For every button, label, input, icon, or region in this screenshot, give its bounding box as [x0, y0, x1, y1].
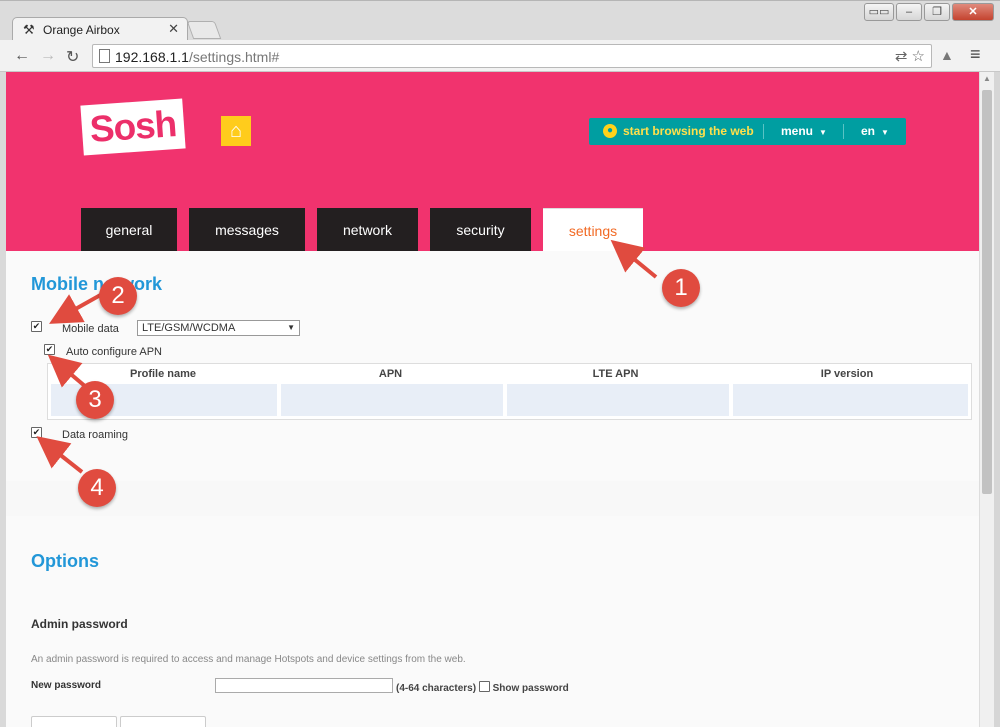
- table-cell[interactable]: [507, 384, 729, 416]
- sosh-logo[interactable]: Sosh: [80, 98, 186, 156]
- url-text: 192.168.1.1/settings.html#: [115, 49, 280, 65]
- tab-messages[interactable]: messages: [189, 208, 305, 252]
- column-header: IP version: [820, 368, 874, 380]
- window-extra-button[interactable]: ▭▭: [864, 3, 894, 21]
- browser-titlebar: ⚒ Orange Airbox ✕ ▭▭ – ❐ ✕: [0, 0, 1000, 42]
- divider: [763, 124, 764, 139]
- new-tab-button[interactable]: [186, 21, 222, 39]
- cancel-button[interactable]: [31, 716, 117, 727]
- scroll-thumb[interactable]: [982, 90, 992, 494]
- menu-icon[interactable]: ≡: [970, 44, 981, 65]
- annotation-marker-4: 4: [78, 469, 116, 507]
- reload-icon[interactable]: ↻: [66, 47, 79, 67]
- menu-dropdown[interactable]: menu ▼: [781, 124, 827, 138]
- tools-icon: ⚒: [23, 22, 35, 37]
- divider: [843, 124, 844, 139]
- start-browsing-link[interactable]: start browsing the web: [623, 124, 754, 138]
- translate-and-star-icons[interactable]: ⇄ ☆: [895, 47, 925, 65]
- save-button[interactable]: [120, 716, 206, 727]
- restore-button[interactable]: ❐: [924, 3, 950, 21]
- mobile-data-label: Mobile data: [62, 323, 119, 335]
- column-header: APN: [378, 368, 403, 380]
- caret-down-icon: ▼: [819, 128, 827, 137]
- password-hint: (4-64 characters) Show password: [396, 681, 569, 694]
- annotation-marker-3: 3: [76, 381, 114, 419]
- auto-apn-label: Auto configure APN: [66, 346, 163, 358]
- scroll-up-icon[interactable]: ▲: [983, 74, 991, 83]
- address-bar[interactable]: 192.168.1.1/settings.html# ⇄ ☆: [92, 44, 932, 68]
- admin-password-title: Admin password: [31, 617, 128, 631]
- mobile-data-checkbox[interactable]: ✔: [31, 321, 42, 332]
- forward-icon[interactable]: →: [40, 47, 56, 65]
- table-cell[interactable]: [281, 384, 503, 416]
- window-controls: ▭▭ – ❐ ✕: [864, 3, 994, 21]
- globe-icon: ●: [603, 124, 617, 138]
- tab-general[interactable]: general: [81, 208, 177, 252]
- tab-close-icon[interactable]: ✕: [168, 21, 179, 37]
- caret-down-icon: ▼: [881, 128, 889, 137]
- data-roaming-checkbox[interactable]: ✔: [31, 427, 42, 438]
- new-password-input[interactable]: [215, 678, 393, 693]
- minimize-button[interactable]: –: [896, 3, 922, 21]
- close-window-button[interactable]: ✕: [952, 3, 994, 21]
- tab-security[interactable]: security: [430, 208, 531, 252]
- options-title: Options: [31, 551, 99, 571]
- page-viewport: Sosh ⌂ ● start browsing the web menu ▼ en…: [6, 72, 979, 727]
- window-border: [994, 72, 1000, 727]
- admin-password-description: An admin password is required to access …: [31, 654, 466, 665]
- data-roaming-label: Data roaming: [62, 429, 129, 441]
- browser-toolbar: ← → ↻ 192.168.1.1/settings.html# ⇄ ☆ ▲ ≡: [0, 40, 1000, 72]
- back-icon[interactable]: ←: [14, 47, 30, 65]
- auto-apn-checkbox[interactable]: ✔: [44, 344, 55, 355]
- show-password-label: Show password: [492, 683, 569, 694]
- column-header: LTE APN: [592, 368, 639, 380]
- options-section: [6, 516, 979, 727]
- top-action-bar: ● start browsing the web menu ▼ en ▼: [589, 118, 906, 145]
- tab-network[interactable]: network: [317, 208, 418, 252]
- network-mode-select[interactable]: LTE/GSM/WCDMA ▼: [137, 320, 300, 336]
- annotation-marker-2: 2: [99, 277, 137, 315]
- site-header: Sosh ⌂ ● start browsing the web menu ▼ en…: [6, 72, 979, 252]
- column-header: Profile name: [129, 368, 197, 380]
- tab-settings[interactable]: settings: [543, 208, 643, 252]
- dropdown-arrow-icon: ▼: [287, 323, 295, 332]
- home-icon[interactable]: ⌂: [221, 116, 251, 146]
- page-scrollbar[interactable]: ▲: [979, 72, 994, 727]
- new-password-label: New password: [31, 680, 102, 691]
- language-dropdown[interactable]: en ▼: [861, 124, 889, 138]
- table-cell[interactable]: [733, 384, 968, 416]
- tab-title: Orange Airbox: [43, 23, 120, 37]
- show-password-checkbox[interactable]: [478, 681, 490, 692]
- annotation-marker-1: 1: [662, 269, 700, 307]
- apn-table: Profile name APN LTE APN IP version: [47, 363, 972, 420]
- page-icon: [99, 49, 110, 63]
- drive-icon[interactable]: ▲: [940, 47, 954, 63]
- mobile-network-title: Mobile network: [31, 274, 163, 294]
- browser-tab[interactable]: ⚒ Orange Airbox ✕: [12, 17, 188, 42]
